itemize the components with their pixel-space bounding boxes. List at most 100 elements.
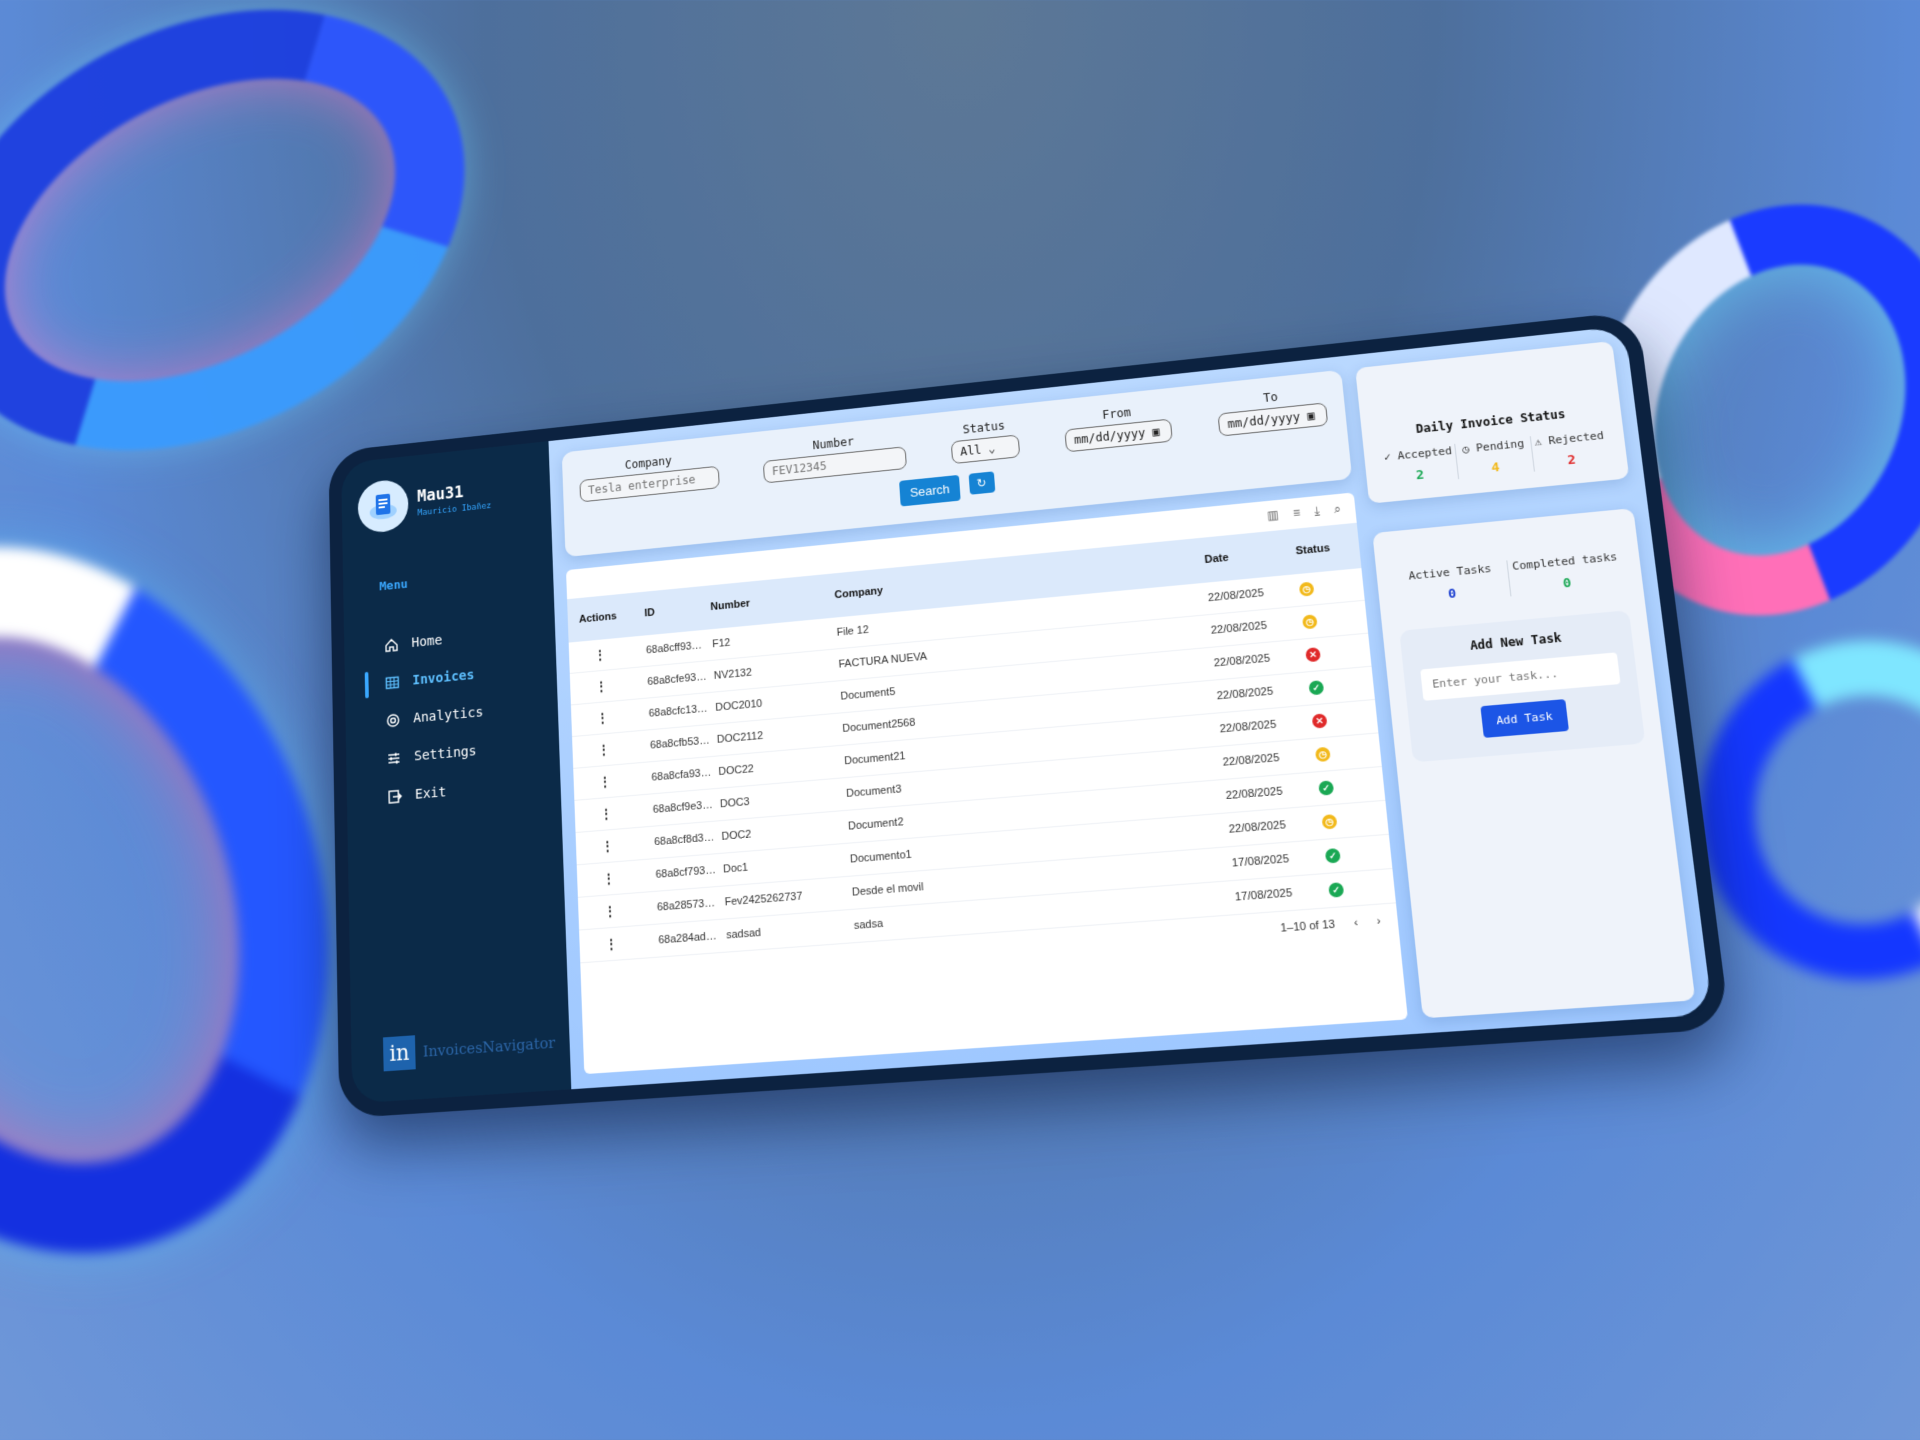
columns-icon[interactable]: ▥ — [1267, 508, 1280, 524]
prev-page-icon[interactable]: ‹ — [1353, 917, 1358, 930]
cell-date: 22/08/2025 — [1207, 587, 1265, 605]
status-accepted-icon: ✓ — [1318, 780, 1335, 796]
status-select-value: All — [959, 443, 982, 459]
table-icon — [385, 675, 400, 691]
row-actions-icon[interactable]: ⋮ — [590, 899, 658, 921]
status-label: Status — [962, 418, 1006, 437]
cell-number: F12 — [712, 637, 731, 651]
company-filter: Company — [579, 449, 720, 503]
completed-tasks-stat: Completed tasks 0 — [1505, 549, 1626, 597]
column-header[interactable]: Status — [1295, 541, 1347, 557]
cell-number: sadsad — [726, 926, 762, 942]
row-actions-icon[interactable]: ⋮ — [581, 674, 647, 696]
calendar-icon: ▣ — [1306, 408, 1316, 423]
search-icon[interactable]: ⌕ — [1333, 502, 1341, 517]
status-pending-icon: ◷ — [1314, 746, 1331, 763]
row-actions-icon[interactable]: ⋮ — [580, 643, 646, 665]
from-date-input[interactable]: mm/dd/yyyy ▣ — [1064, 418, 1173, 453]
company-input[interactable] — [579, 465, 720, 503]
cell-date: 22/08/2025 — [1225, 785, 1284, 803]
status-select[interactable]: All ⌄ — [950, 434, 1021, 465]
rejected-label: Rejected — [1547, 428, 1605, 448]
cell-date: 22/08/2025 — [1222, 751, 1281, 769]
filter-icon[interactable]: ≡ — [1292, 506, 1301, 521]
to-date-input[interactable]: mm/dd/yyyy ▣ — [1217, 402, 1329, 437]
status-accepted-icon: ✓ — [1328, 882, 1345, 898]
accepted-value: 2 — [1415, 467, 1425, 484]
sliders-icon — [386, 750, 401, 767]
nav-item-label: Home — [411, 632, 443, 651]
to-date-value: mm/dd/yyyy — [1226, 409, 1301, 431]
home-icon — [384, 637, 399, 653]
number-input[interactable] — [762, 446, 907, 484]
avatar — [357, 478, 409, 535]
cell-date: 22/08/2025 — [1228, 819, 1287, 836]
column-header[interactable]: Actions — [579, 608, 645, 626]
row-actions-icon[interactable]: ⋮ — [584, 738, 651, 760]
from-date-value: mm/dd/yyyy — [1073, 426, 1146, 447]
company-label: Company — [624, 453, 673, 472]
search-button[interactable]: Search — [899, 474, 961, 507]
row-actions-icon[interactable]: ⋮ — [582, 706, 649, 728]
cell-date: 22/08/2025 — [1219, 718, 1277, 736]
nav-item-label: Invoices — [412, 667, 475, 689]
calendar-icon: ▣ — [1151, 424, 1161, 439]
row-actions-icon[interactable]: ⋮ — [588, 867, 656, 889]
task-input[interactable] — [1420, 652, 1621, 701]
nav-item-label: Analytics — [413, 704, 484, 727]
brand: in InvoicesNavigator — [382, 1025, 556, 1072]
add-task-button[interactable]: Add Task — [1479, 699, 1570, 738]
main-area: Company Number Status All ⌄ From — [548, 325, 1713, 1090]
cell-id: 68a8cfe93… — [647, 671, 707, 688]
brand-logo: in — [382, 1035, 416, 1072]
status-rejected-icon: ✕ — [1311, 713, 1328, 729]
cell-date: 22/08/2025 — [1210, 619, 1268, 637]
cell-id: 68a8cfb53… — [649, 734, 710, 752]
rejected-stat: ⚠ Rejected 2 — [1529, 428, 1611, 472]
cell-number: NV2132 — [713, 666, 753, 682]
cell-number: DOC22 — [718, 763, 755, 778]
exit-icon — [387, 788, 402, 805]
nav-item-label: Settings — [413, 743, 477, 765]
cell-number: Fev2425262737 — [724, 890, 803, 909]
daily-status-panel: Daily Invoice Status ✓ Accepted 2 ◷ Pend… — [1355, 341, 1630, 504]
column-header[interactable]: Number — [710, 590, 835, 613]
active-tasks-value: 0 — [1447, 586, 1458, 603]
cell-date: 17/08/2025 — [1234, 887, 1293, 904]
clock-icon: ◷ — [1461, 442, 1470, 456]
device-frame: Mau31 Mauricio Ibañez Menu Home Invoices… — [328, 310, 1731, 1119]
to-filter: To mm/dd/yyyy ▣ — [1216, 385, 1329, 437]
from-filter: From mm/dd/yyyy ▣ — [1063, 401, 1173, 453]
active-tasks-stat: Active Tasks 0 — [1393, 561, 1510, 607]
next-page-icon[interactable]: › — [1376, 915, 1381, 928]
status-accepted-icon: ✓ — [1308, 680, 1325, 696]
column-header[interactable]: Date — [1204, 546, 1296, 566]
accepted-stat: ✓ Accepted 2 — [1380, 444, 1458, 487]
pending-label: Pending — [1475, 436, 1525, 455]
to-label: To — [1262, 390, 1279, 405]
cell-date: 22/08/2025 — [1216, 685, 1274, 703]
row-actions-icon[interactable]: ⋮ — [591, 932, 659, 954]
cell-id: 68a284ad… — [658, 930, 717, 947]
column-header[interactable]: ID — [644, 602, 711, 619]
completed-tasks-value: 0 — [1562, 575, 1573, 592]
number-filter: Number — [762, 429, 907, 484]
status-accepted-icon: ✓ — [1324, 847, 1341, 864]
cell-id: 68a8cf9e3… — [652, 799, 713, 816]
add-task-box: Add New Task Add Task — [1399, 610, 1646, 763]
cell-number: DOC2 — [721, 828, 752, 843]
row-actions-icon[interactable]: ⋮ — [586, 802, 653, 824]
download-icon[interactable]: ⤓ — [1314, 504, 1321, 519]
status-pending-icon: ◷ — [1321, 814, 1338, 830]
status-filter: Status All ⌄ — [950, 417, 1021, 465]
brand-name: InvoicesNavigator — [422, 1033, 556, 1061]
status-pending-icon: ◷ — [1301, 614, 1318, 630]
cell-id: 68a8cf793… — [655, 864, 717, 881]
invoices-table: ▥ ≡ ⤓ ⌕ Actions ID Number Company Date S… — [566, 492, 1408, 1075]
reset-button[interactable]: ↻ — [968, 471, 995, 495]
pagination-label: 1–10 of 13 — [1279, 918, 1336, 935]
accepted-label: Accepted — [1396, 444, 1453, 463]
cell-id: 68a8cfc13… — [648, 702, 708, 720]
row-actions-icon[interactable]: ⋮ — [585, 770, 652, 792]
row-actions-icon[interactable]: ⋮ — [587, 834, 654, 856]
